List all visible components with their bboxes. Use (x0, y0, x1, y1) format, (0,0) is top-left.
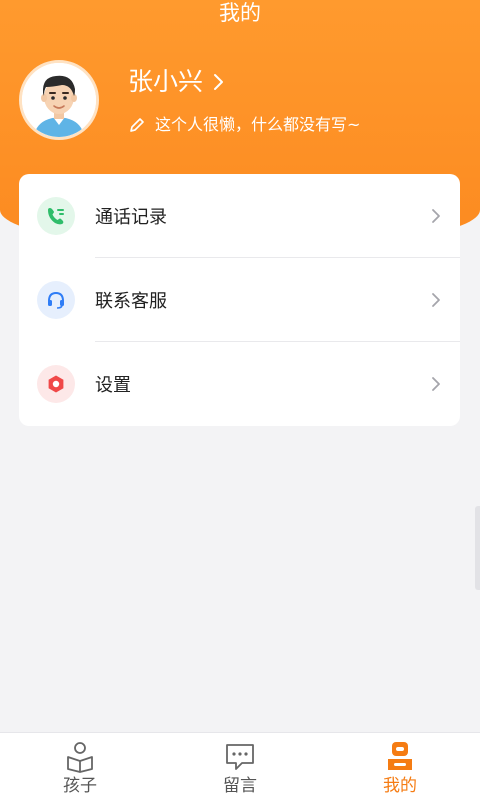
profile-icon (388, 742, 412, 770)
menu-card: 通话记录 联系客服 设置 (19, 174, 460, 426)
chevron-right-icon (432, 377, 440, 391)
tab-label-child: 孩子 (63, 776, 97, 796)
menu-label-customer-service: 联系客服 (95, 291, 167, 312)
chevron-right-icon (432, 293, 440, 307)
profile-name: 张小兴 (128, 67, 204, 96)
side-drawer-handle[interactable] (475, 506, 480, 590)
chevron-right-icon (214, 74, 224, 90)
chevron-right-icon (432, 209, 440, 223)
tab-label-messages: 留言 (223, 776, 257, 796)
tab-child[interactable]: 孩子 (0, 733, 160, 801)
tab-messages[interactable]: 留言 (160, 733, 320, 801)
avatar-image (22, 63, 96, 137)
headset-icon (37, 281, 75, 319)
menu-label-settings: 设置 (95, 375, 131, 396)
phone-icon (37, 197, 75, 235)
tab-mine[interactable]: 我的 (320, 733, 480, 801)
profile-signature[interactable]: 这个人很懒，什么都没有写~ (128, 114, 360, 136)
menu-item-settings[interactable]: 设置 (19, 342, 460, 426)
menu-label-call-records: 通话记录 (95, 207, 167, 228)
signature-text: 这个人很懒，什么都没有写~ (155, 115, 361, 134)
avatar[interactable] (19, 60, 99, 140)
page-title: 我的 (219, 1, 261, 25)
menu-item-call-records[interactable]: 通话记录 (19, 174, 460, 258)
message-bubble-icon (226, 744, 254, 770)
tab-label-mine: 我的 (383, 776, 417, 796)
child-reading-icon (67, 742, 93, 773)
gear-icon (37, 365, 75, 403)
menu-item-customer-service[interactable]: 联系客服 (19, 258, 460, 342)
pencil-icon (130, 118, 144, 132)
profile-name-link[interactable]: 张小兴 (128, 66, 225, 98)
bottom-tab-bar: 孩子 留言 我的 (0, 732, 480, 801)
